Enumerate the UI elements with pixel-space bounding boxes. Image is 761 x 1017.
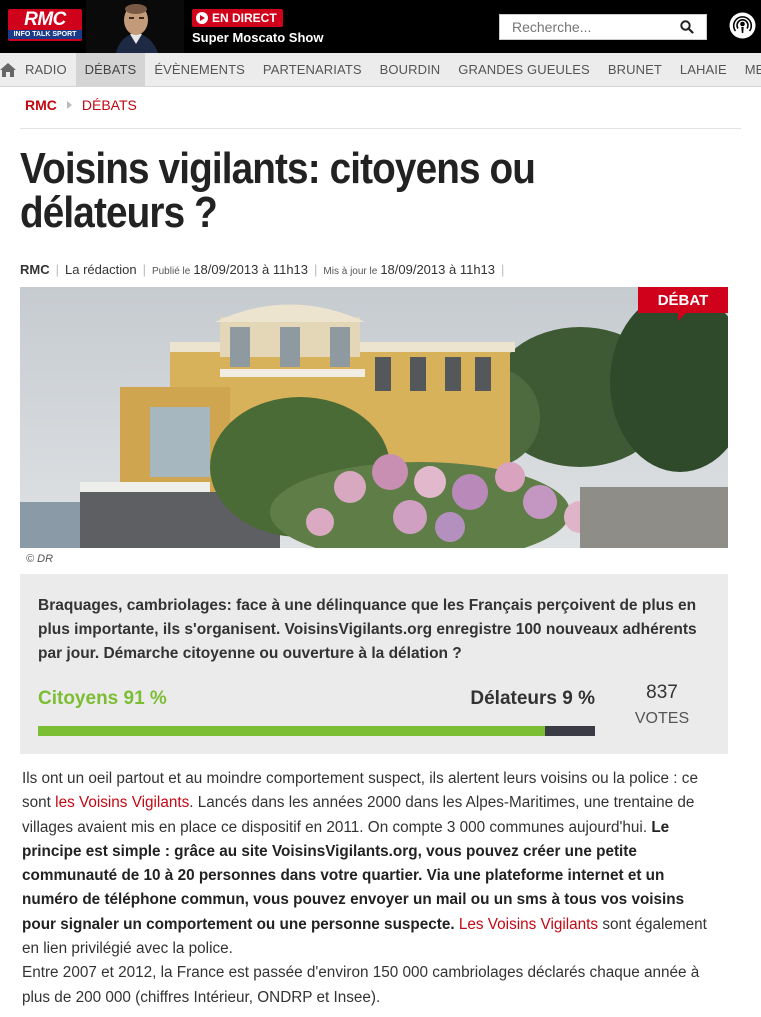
logo-sub-text: INFO TALK SPORT bbox=[8, 30, 82, 39]
play-icon bbox=[196, 12, 208, 24]
article-paragraph: Ils ont un oeil partout et au moindre co… bbox=[22, 767, 722, 961]
voisins-vigilants-link[interactable]: Les Voisins Vigilants bbox=[459, 916, 598, 933]
nav-item-debats[interactable]: DÉBATS bbox=[75, 53, 146, 86]
breadcrumb-section[interactable]: DÉBATS bbox=[82, 97, 137, 113]
poll-box: Braquages, cambriolages: face à une déli… bbox=[20, 574, 728, 754]
article-image bbox=[20, 287, 728, 548]
article-paragraph: Entre 2007 et 2012, la France est passée… bbox=[22, 964, 700, 1006]
breadcrumb-separator-icon bbox=[66, 101, 72, 109]
poll-result-bar bbox=[38, 726, 595, 736]
nav-item-brunet[interactable]: BRUNET bbox=[599, 53, 671, 86]
top-header: RMC INFO TALK SPORT EN DIRECT Super Mosc… bbox=[0, 0, 761, 53]
rmc-logo[interactable]: RMC INFO TALK SPORT bbox=[8, 9, 82, 41]
poll-option-delateurs[interactable]: Délateurs 9 % bbox=[470, 688, 595, 710]
poll-question: Braquages, cambriolages: face à une déli… bbox=[38, 597, 697, 662]
home-icon[interactable] bbox=[0, 53, 16, 86]
updated-date: 18/09/2013 à 11h13 bbox=[380, 262, 496, 277]
nav-item-mediaplan[interactable]: MEDIAPLAN bbox=[736, 53, 761, 86]
nav-item-radio[interactable]: RADIO bbox=[16, 53, 76, 86]
search-icon[interactable] bbox=[672, 15, 702, 39]
published-prefix: Publié le bbox=[151, 266, 191, 277]
live-show-name[interactable]: Super Moscato Show bbox=[192, 30, 323, 45]
debate-tag: DÉBAT bbox=[638, 287, 728, 321]
poll-vote-count: 837 bbox=[646, 682, 678, 703]
meta-separator: | bbox=[314, 262, 318, 277]
updated-prefix: Mis à jour le bbox=[323, 266, 378, 277]
nav-item-bourdin[interactable]: BOURDIN bbox=[371, 53, 450, 86]
search-box bbox=[499, 14, 707, 40]
article-source: RMC bbox=[20, 262, 50, 277]
image-credit: © DR bbox=[26, 553, 54, 565]
breadcrumb-root[interactable]: RMC bbox=[25, 97, 57, 113]
meta-separator: | bbox=[501, 262, 505, 277]
nav-item-partenariats[interactable]: PARTENARIATS bbox=[254, 53, 371, 86]
published-date: 18/09/2013 à 11h13 bbox=[193, 262, 309, 277]
meta-separator: | bbox=[55, 262, 59, 277]
logo-main-text: RMC bbox=[24, 9, 66, 30]
voisins-vigilants-link[interactable]: les Voisins Vigilants bbox=[55, 794, 189, 811]
podcast-icon[interactable] bbox=[729, 12, 756, 39]
article-meta: RMC | La rédaction | Publié le 18/09/201… bbox=[20, 262, 510, 277]
breadcrumb: RMC DÉBATS bbox=[25, 97, 137, 113]
nav-item-evenements[interactable]: ÉVÈNEMENTS bbox=[145, 53, 254, 86]
search-input[interactable] bbox=[500, 15, 670, 39]
nav-item-grandes-gueules[interactable]: GRANDES GUEULES bbox=[449, 53, 599, 86]
live-label: EN DIRECT bbox=[212, 11, 277, 25]
poll-votes-label: VOTES bbox=[634, 710, 690, 727]
poll-option-citoyens[interactable]: Citoyens 91 % bbox=[38, 688, 167, 710]
divider bbox=[20, 128, 741, 129]
article-author: La rédaction bbox=[65, 262, 137, 277]
meta-separator: | bbox=[142, 262, 146, 277]
page-title: Voisins vigilants: citoyens ou délateurs… bbox=[20, 144, 536, 237]
live-badge[interactable]: EN DIRECT bbox=[192, 9, 283, 27]
main-nav: RADIO DÉBATS ÉVÈNEMENTS PARTENARIATS BOU… bbox=[0, 53, 761, 87]
article-body: Ils ont un oeil partout et au moindre co… bbox=[22, 767, 722, 1010]
poll-result-fill bbox=[38, 726, 545, 736]
nav-item-lahaie[interactable]: LAHAIE bbox=[671, 53, 736, 86]
host-photo[interactable] bbox=[86, 0, 184, 53]
